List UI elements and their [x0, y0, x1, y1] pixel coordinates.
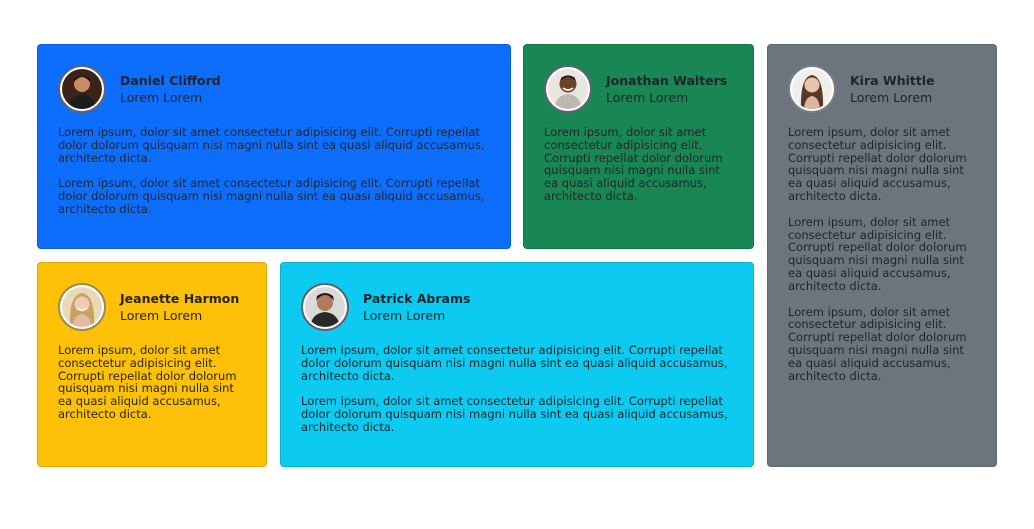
person-name: Daniel Clifford [120, 73, 221, 88]
person-portrait-icon [62, 69, 102, 109]
person-portrait-icon [548, 69, 588, 109]
avatar [301, 283, 349, 331]
person-name: Patrick Abrams [363, 291, 471, 306]
testimonial-paragraph: Lorem ipsum, dolor sit amet consectetur … [788, 214, 967, 293]
testimonial-paragraph: Lorem ipsum, dolor sit amet consectetur … [544, 125, 723, 203]
person-name: Kira Whittle [850, 73, 935, 88]
testimonial-paragraph: Lorem ipsum, dolor sit amet consectetur … [58, 176, 485, 216]
person-role: Lorem Lorem [363, 308, 446, 323]
testimonial-paragraph: Lorem ipsum, dolor sit amet consectetur … [301, 394, 728, 434]
avatar [788, 65, 836, 113]
person-name: Jonathan Walters [606, 73, 728, 88]
testimonial-body: Lorem ipsum, dolor sit amet consectetur … [788, 126, 976, 382]
testimonial-paragraph: Lorem ipsum, dolor sit amet consectetur … [58, 125, 485, 165]
person-portrait-icon [305, 287, 345, 327]
testimonial-paragraph: Lorem ipsum, dolor sit amet consectetur … [58, 343, 237, 421]
testimonial-body: Lorem ipsum, dolor sit amet consectetur … [544, 126, 733, 203]
testimonial-card-jonathan-walters: Jonathan Walters Lorem Lorem Lorem ipsum… [523, 44, 754, 249]
testimonial-card-daniel-clifford: Daniel Clifford Lorem Lorem Lorem ipsum,… [37, 44, 511, 249]
person-role: Lorem Lorem [120, 308, 203, 323]
person-role: Lorem Lorem [606, 90, 689, 105]
testimonial-body: Lorem ipsum, dolor sit amet consectetur … [301, 344, 733, 434]
card-header: Jonathan Walters Lorem Lorem [544, 65, 733, 113]
avatar [544, 65, 592, 113]
testimonial-card-kira-whittle: Kira Whittle Lorem Lorem Lorem ipsum, do… [767, 44, 997, 467]
card-header: Kira Whittle Lorem Lorem [788, 65, 976, 113]
testimonial-body: Lorem ipsum, dolor sit amet consectetur … [58, 126, 490, 216]
testimonial-card-patrick-abrams: Patrick Abrams Lorem Lorem Lorem ipsum, … [280, 262, 754, 467]
testimonial-card-jeanette-harmon: Jeanette Harmon Lorem Lorem Lorem ipsum,… [37, 262, 267, 467]
testimonial-paragraph: Lorem ipsum, dolor sit amet consectetur … [788, 125, 967, 203]
person-role: Lorem Lorem [850, 90, 933, 105]
avatar [58, 65, 106, 113]
person-name: Jeanette Harmon [120, 291, 240, 306]
card-header: Daniel Clifford Lorem Lorem [58, 65, 490, 113]
person-portrait-icon [62, 287, 102, 327]
avatar [58, 283, 106, 331]
person-portrait-icon [792, 69, 832, 109]
testimonial-body: Lorem ipsum, dolor sit amet consectetur … [58, 344, 246, 421]
card-header: Jeanette Harmon Lorem Lorem [58, 283, 246, 331]
testimonial-paragraph: Lorem ipsum, dolor sit amet consectetur … [788, 304, 967, 383]
person-role: Lorem Lorem [120, 90, 203, 105]
card-header: Patrick Abrams Lorem Lorem [301, 283, 733, 331]
testimonial-paragraph: Lorem ipsum, dolor sit amet consectetur … [301, 343, 728, 383]
